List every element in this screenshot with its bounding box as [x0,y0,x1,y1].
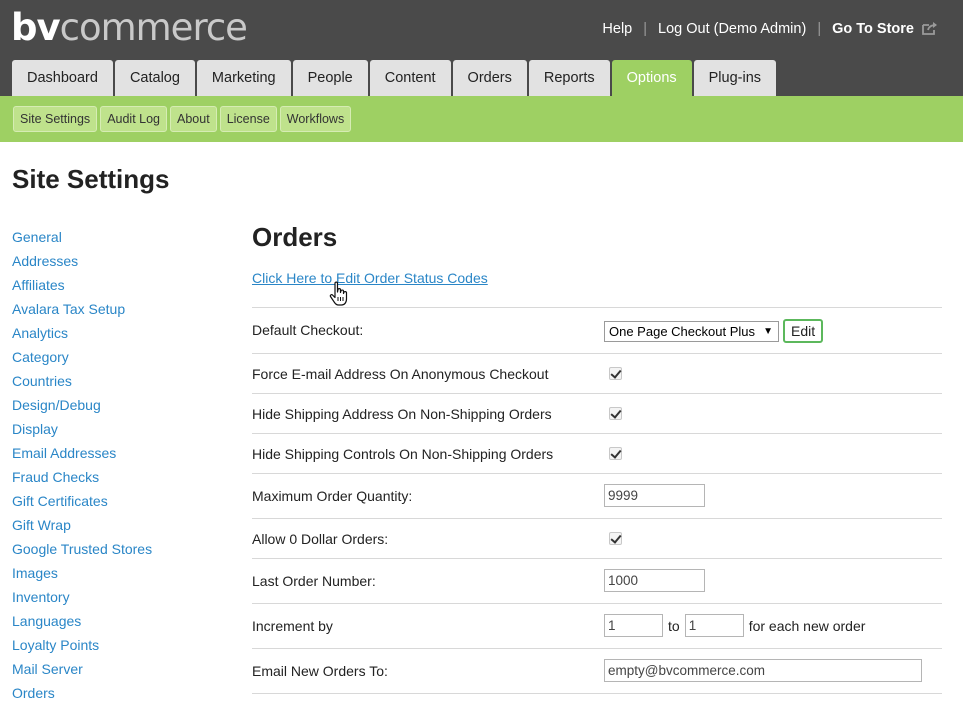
sidebar-item-email-addresses[interactable]: Email Addresses [12,443,152,467]
last-order-number-row: Last Order Number: 1000 [252,559,942,604]
tab-reports[interactable]: Reports [528,60,610,96]
main-tabs: Dashboard Catalog Marketing People Content Or… [12,60,778,96]
hide-shipping-address-row: Hide Shipping Address On Non-Shipping Or… [252,394,942,434]
sidebar-item-fraud-checks[interactable]: Fraud Checks [12,467,152,491]
tab-people[interactable]: People [292,60,368,96]
sidebar-item-mail-server[interactable]: Mail Server [12,659,152,683]
hide-shipping-controls-checkbox[interactable] [609,447,622,460]
hide-shipping-controls-label: Hide Shipping Controls On Non-Shipping O… [252,446,554,462]
max-order-quantity-label: Maximum Order Quantity: [252,488,413,504]
tab-content[interactable]: Content [369,60,451,96]
sidebar-item-design-debug[interactable]: Design/Debug [12,395,152,419]
order-settings-form: Default Checkout: One Page Checkout Plus… [252,307,942,694]
subnav-item-workflows[interactable]: Workflows [279,106,352,132]
allow-zero-dollar-checkbox[interactable] [609,532,622,545]
sidebar-item-affiliates[interactable]: Affiliates [12,275,152,299]
tab-dashboard[interactable]: Dashboard [12,60,113,96]
subnav-items: Site Settings Audit Log About License Workfl… [13,106,354,132]
sidebar-item-inventory[interactable]: Inventory [12,587,152,611]
hide-shipping-address-checkbox[interactable] [609,407,622,420]
force-email-label: Force E-mail Address On Anonymous Checko… [252,366,549,382]
logout-link[interactable]: Log Out (Demo Admin) [658,21,806,37]
email-new-orders-input[interactable]: empty@bvcommerce.com [604,659,922,682]
email-new-orders-label: Email New Orders To: [252,663,388,679]
tab-plug-ins[interactable]: Plug-ins [693,60,777,96]
external-link-icon[interactable] [921,20,939,36]
max-order-quantity-input[interactable]: 9999 [604,484,705,507]
force-email-row: Force E-mail Address On Anonymous Checko… [252,354,942,394]
sidebar-item-avalara-tax-setup[interactable]: Avalara Tax Setup [12,299,152,323]
separator: | [817,21,822,37]
default-checkout-label: Default Checkout: [252,322,364,338]
allow-zero-dollar-label: Allow 0 Dollar Orders: [252,531,389,547]
increment-from-input[interactable]: 1 [604,614,663,637]
edit-order-status-codes-link[interactable]: Click Here to Edit Order Status Codes [252,270,488,286]
bvcommerce-logo[interactable]: bvcommerce [11,6,248,50]
sidebar-item-addresses[interactable]: Addresses [12,251,152,275]
increment-suffix: for each new order [748,617,866,634]
default-checkout-select[interactable]: One Page Checkout Plus ▼ [604,320,779,342]
top-links: Help | Log Out (Demo Admin) | Go To Stor… [602,21,939,37]
email-new-orders-row: Email New Orders To: empty@bvcommerce.co… [252,649,942,694]
header-bar: bvcommerce Help | Log Out (Demo Admin) |… [0,0,963,96]
sidebar-item-countries[interactable]: Countries [12,371,152,395]
allow-zero-dollar-row: Allow 0 Dollar Orders: [252,519,942,559]
tab-catalog[interactable]: Catalog [114,60,195,96]
max-order-quantity-row: Maximum Order Quantity: 9999 [252,474,942,519]
last-order-number-label: Last Order Number: [252,573,376,589]
sidebar-item-display[interactable]: Display [12,419,152,443]
increment-to-input[interactable]: 1 [684,614,744,637]
section-title: Orders [252,222,338,252]
sidebar-item-gift-certificates[interactable]: Gift Certificates [12,491,152,515]
tab-orders[interactable]: Orders [452,60,527,96]
increment-to-label: to [668,617,680,634]
default-checkout-row: Default Checkout: One Page Checkout Plus… [252,308,942,354]
separator: | [643,21,648,37]
sidebar-item-images[interactable]: Images [12,563,152,587]
hide-shipping-address-label: Hide Shipping Address On Non-Shipping Or… [252,406,552,422]
sidebar-item-google-trusted-stores[interactable]: Google Trusted Stores [12,539,152,563]
subnav-bar: Site Settings Audit Log About License Workfl… [0,96,963,142]
sidebar-item-category[interactable]: Category [12,347,152,371]
dropdown-arrow-icon: ▼ [763,325,773,337]
hand-pointer-icon [328,281,350,307]
last-order-number-input[interactable]: 1000 [604,569,705,592]
increment-label: Increment by [252,618,333,634]
sidebar-item-general[interactable]: General [12,227,152,251]
subnav-item-about[interactable]: About [170,106,217,132]
tab-options[interactable]: Options [611,60,692,96]
subnav-item-audit-log[interactable]: Audit Log [100,106,168,132]
go-to-store-link[interactable]: Go To Store [832,21,914,37]
subnav-item-site-settings[interactable]: Site Settings [13,106,98,132]
page-title: Site Settings [12,164,170,194]
tab-marketing[interactable]: Marketing [196,60,291,96]
sidebar-item-gift-wrap[interactable]: Gift Wrap [12,515,152,539]
subnav-item-license[interactable]: License [219,106,277,132]
sidebar-item-orders[interactable]: Orders [12,683,152,706]
help-link[interactable]: Help [602,21,632,37]
hide-shipping-controls-row: Hide Shipping Controls On Non-Shipping O… [252,434,942,474]
sidebar-item-analytics[interactable]: Analytics [12,323,152,347]
edit-checkout-button[interactable]: Edit [783,319,824,343]
increment-row: Increment by 1 to 1 for each new order [252,604,942,649]
sidebar-item-loyalty-points[interactable]: Loyalty Points [12,635,152,659]
sidebar-item-languages[interactable]: Languages [12,611,152,635]
settings-sidebar: General Addresses Affiliates Avalara Tax Se… [12,227,152,706]
force-email-checkbox[interactable] [609,367,622,380]
